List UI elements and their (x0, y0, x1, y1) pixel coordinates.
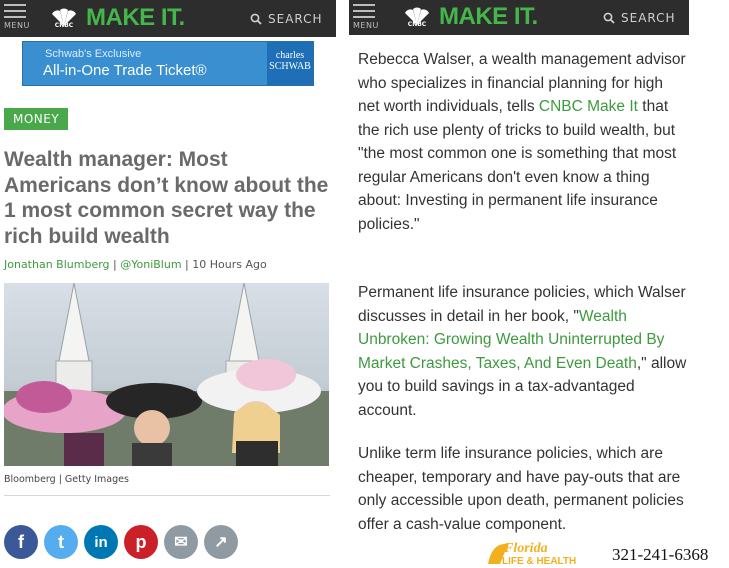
menu-button[interactable]: MENU (353, 4, 379, 30)
paragraph-text: that the rich use plenty of tricks to bu… (358, 98, 677, 233)
section-tag-money[interactable]: MONEY (4, 108, 69, 130)
schwab-ad-banner[interactable]: Schwab's Exclusive All-in-One Trade Tick… (22, 41, 314, 86)
photo-credit: Bloomberg | Getty Images (4, 474, 129, 485)
article-photo (4, 283, 329, 466)
top-nav-bar: MENU CNBC MAKE IT. SEARCH (349, 0, 689, 35)
logo-text-1: Florida (503, 541, 548, 556)
search-label: SEARCH (268, 12, 323, 26)
article-page-right: MENU CNBC MAKE IT. SEARCH Rebecca Walser… (349, 0, 729, 568)
brand-name: MAKE IT. (439, 3, 538, 30)
body-paragraph-1: Rebecca Walser, a wealth management advi… (358, 48, 688, 236)
facebook-icon[interactable]: f (4, 525, 38, 559)
network-label: CNBC (54, 22, 74, 29)
schwab-logo: charles SCHWAB (267, 42, 313, 85)
brand-name: MAKE IT. (86, 4, 185, 31)
ad-line-2: All-in-One Trade Ticket® (43, 62, 207, 79)
body-paragraph-3: Unlike term life insurance policies, whi… (358, 445, 684, 533)
article-page-left: MENU CNBC MAKE IT. SEARCH Schwab's Exclu… (0, 0, 336, 568)
search-button[interactable]: SEARCH (250, 12, 323, 26)
pinterest-icon[interactable]: p (124, 525, 158, 559)
phone-number: 321-241-6368 (612, 545, 709, 564)
florida-life-health-logo: Florida LIFE & HEALTH (488, 541, 576, 567)
cnbc-make-it-link[interactable]: CNBC Make It (539, 98, 638, 115)
cnbc-make-it-logo[interactable]: CNBC MAKE IT. (401, 3, 538, 31)
menu-label: MENU (353, 21, 379, 30)
sponsor-line-2: SCHWAB (269, 61, 311, 72)
divider (4, 495, 330, 496)
ad-line-1: Schwab's Exclusive (45, 48, 142, 60)
article-headline: Wealth manager: Most Americans don’t kno… (4, 148, 329, 248)
twitter-icon[interactable]: t (44, 525, 78, 559)
share-icon[interactable]: ↗ (204, 525, 238, 559)
publish-time: 10 Hours Ago (192, 258, 267, 271)
search-icon (250, 13, 262, 25)
author-handle-link[interactable]: @YoniBlum (120, 258, 181, 271)
kentucky-derby-photo (4, 283, 329, 466)
menu-button[interactable]: MENU (4, 4, 30, 30)
sponsor-line-1: charles (275, 50, 305, 61)
cnbc-make-it-logo[interactable]: CNBC MAKE IT. (48, 4, 185, 32)
search-icon (603, 12, 615, 24)
logo-text-2: LIFE & HEALTH (502, 556, 576, 567)
network-label: CNBC (407, 21, 427, 28)
author-link[interactable]: Jonathan Blumberg (4, 258, 110, 271)
search-button[interactable]: SEARCH (603, 11, 676, 25)
email-icon[interactable]: ✉ (164, 525, 198, 559)
linkedin-icon[interactable]: in (84, 525, 118, 559)
byline: Jonathan Blumberg | @YoniBlum | 10 Hours… (4, 258, 267, 271)
search-label: SEARCH (621, 11, 676, 25)
share-bar: f t in p ✉ ↗ (4, 525, 238, 559)
body-paragraph-2: Permanent life insurance policies, which… (358, 281, 688, 422)
menu-label: MENU (4, 21, 30, 30)
top-nav-bar: MENU CNBC MAKE IT. SEARCH (0, 0, 336, 37)
paragraph-text: Permanent life insurance policies, which… (358, 284, 686, 325)
